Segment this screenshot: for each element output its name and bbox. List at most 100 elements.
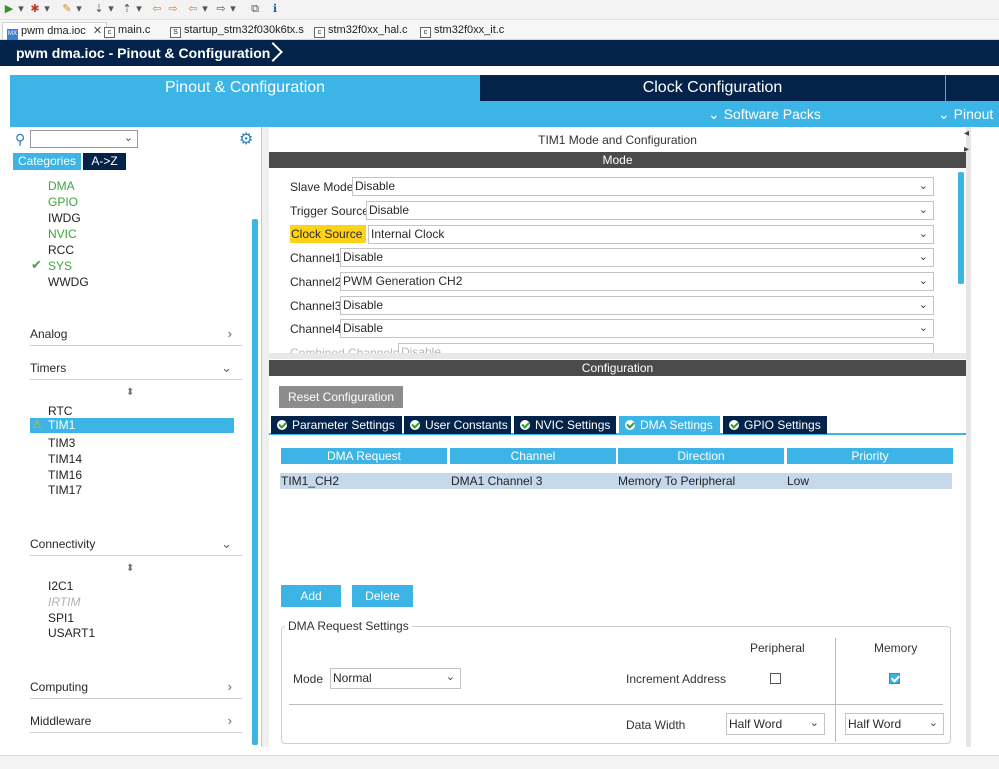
memory-increment-checkbox[interactable] (889, 673, 900, 684)
breadcrumb[interactable]: pwm dma.ioc - Pinout & Configuration (6, 40, 280, 66)
timer-item-tim16[interactable]: TIM16 (48, 468, 82, 482)
connectivity-item-usart1[interactable]: USART1 (48, 626, 95, 640)
open-perspective-icon[interactable]: ⧉ (248, 2, 262, 16)
timer-item-tim1[interactable]: ⚠ TIM1 (30, 418, 234, 433)
tab-parameter-settings[interactable]: Parameter Settings (271, 416, 402, 434)
tab-pwm-dma-ioc[interactable]: MX pwm dma.ioc ✕ (2, 22, 108, 40)
memory-data-width-select[interactable]: Half Word ⌄ (845, 713, 944, 735)
sort-icon[interactable]: ⬍ (126, 563, 134, 574)
category-item-iwdg[interactable]: IWDG (48, 211, 81, 225)
tab-gpio-settings[interactable]: GPIO Settings (723, 416, 827, 434)
channel3-select[interactable]: Disable ⌄ (340, 296, 934, 315)
tab-pinout-configuration[interactable]: Pinout & Configuration (10, 75, 480, 101)
timer-item-label: TIM1 (48, 418, 76, 432)
category-item-sys[interactable]: SYS (48, 259, 72, 273)
tab-a-z[interactable]: A->Z (83, 153, 126, 170)
column-header-channel[interactable]: Channel (450, 448, 616, 464)
memory-header: Memory (874, 641, 918, 655)
dropdown-arrow-icon[interactable]: ▾ (198, 2, 212, 16)
chevron-down-icon: ⌄ (918, 299, 928, 311)
tab-it-c[interactable]: c stm32f0xx_it.c (420, 22, 504, 39)
mode-label: Mode (293, 672, 324, 686)
peripheral-increment-checkbox[interactable] (770, 673, 781, 684)
delete-button[interactable]: Delete (352, 585, 413, 607)
editor-tabs: MX pwm dma.ioc ✕ c main.c Sstartup_stm32f0… (0, 20, 999, 40)
reset-configuration-button[interactable]: Reset Configuration (279, 386, 403, 408)
section-analog[interactable]: Analog › (30, 322, 242, 346)
section-middleware[interactable]: Middleware › (30, 709, 242, 733)
tab-categories[interactable]: Categories (13, 153, 81, 170)
category-item-gpio[interactable]: GPIO (48, 195, 78, 209)
collapse-left-icon[interactable]: ◂ (964, 128, 969, 139)
expand-right-icon[interactable]: ▸ (964, 144, 969, 155)
tab-nvic-settings[interactable]: NVIC Settings (514, 416, 616, 434)
software-packs-link[interactable]: ⌄ Software Packs (708, 101, 821, 127)
check-circle-icon (625, 420, 635, 430)
dropdown-arrow-icon[interactable]: ▾ (132, 2, 146, 16)
close-icon[interactable]: ✕ (93, 25, 102, 37)
search-input[interactable]: ⌄ (30, 130, 138, 148)
chevron-down-icon: ⌄ (918, 228, 928, 240)
pinout-link[interactable]: ⌄ Pinout (938, 101, 993, 127)
back-icon[interactable]: ⇦ (150, 2, 164, 16)
connectivity-item-spi1[interactable]: SPI1 (48, 611, 74, 625)
connectivity-item-irtim[interactable]: IRTIM (48, 595, 80, 609)
channel1-select[interactable]: Disable ⌄ (340, 248, 934, 267)
chevron-down-icon[interactable]: ⌄ (124, 131, 133, 144)
peripheral-data-width-select[interactable]: Half Word ⌄ (726, 713, 825, 735)
gear-icon[interactable]: ⚙ (239, 129, 253, 149)
column-header-priority[interactable]: Priority (787, 448, 953, 464)
timer-item-rtc[interactable]: RTC (48, 404, 72, 418)
dropdown-arrow-icon[interactable]: ▾ (14, 2, 28, 16)
splitter[interactable] (269, 353, 966, 359)
timer-item-tim17[interactable]: TIM17 (48, 483, 82, 497)
dropdown-arrow-icon[interactable]: ▾ (40, 2, 54, 16)
timer-item-tim3[interactable]: TIM3 (48, 436, 75, 450)
chevron-down-icon: ⌄ (928, 717, 938, 729)
channel4-select[interactable]: Disable ⌄ (340, 319, 934, 338)
last-edit-icon[interactable]: ⇨ (166, 2, 180, 16)
tab-startup-s[interactable]: Sstartup_stm32f030k6tx.s (170, 22, 304, 39)
slave-mode-select[interactable]: Disable ⌄ (352, 177, 934, 196)
category-item-dma[interactable]: DMA (48, 179, 75, 193)
info-icon[interactable]: ℹ (268, 2, 282, 16)
clock-source-select[interactable]: Internal Clock ⌄ (368, 225, 934, 244)
check-circle-icon (277, 420, 287, 430)
category-item-rcc[interactable]: RCC (48, 243, 74, 257)
mode-scrollbar[interactable] (958, 172, 964, 284)
add-button[interactable]: Add (281, 585, 341, 607)
channel2-select[interactable]: PWM Generation CH2 ⌄ (340, 272, 934, 291)
category-item-wwdg[interactable]: WWDG (48, 275, 89, 289)
section-computing[interactable]: Computing › (30, 675, 242, 699)
dropdown-arrow-icon[interactable]: ▾ (226, 2, 240, 16)
left-scrollbar[interactable] (252, 219, 258, 745)
timer-item-tim14[interactable]: TIM14 (48, 452, 82, 466)
category-item-nvic[interactable]: NVIC (48, 227, 77, 241)
dropdown-arrow-icon[interactable]: ▾ (104, 2, 118, 16)
increment-address-label: Increment Address (626, 672, 727, 686)
tab-dma-settings[interactable]: DMA Settings (619, 416, 720, 434)
section-connectivity[interactable]: Connectivity ⌄ (30, 532, 242, 556)
mode-select[interactable]: Normal ⌄ (330, 668, 461, 689)
c-file-icon: c (314, 27, 325, 38)
data-width-label: Data Width (626, 718, 686, 732)
connectivity-item-i2c1[interactable]: I2C1 (48, 579, 73, 593)
table-row[interactable]: TIM1_CH2 DMA1 Channel 3 Memory To Periph… (280, 473, 952, 489)
trigger-source-select[interactable]: Disable ⌄ (366, 201, 934, 220)
clock-source-label: Clock Source (290, 225, 366, 243)
section-timers[interactable]: Timers ⌄ (30, 356, 242, 380)
search-icon[interactable]: ⚲ (15, 131, 25, 148)
mx-file-icon: MX (7, 29, 18, 40)
sort-icon[interactable]: ⬍ (126, 387, 134, 398)
column-header-direction[interactable]: Direction (618, 448, 784, 464)
tab-hal-c[interactable]: c stm32f0xx_hal.c (314, 22, 407, 39)
tab-label: startup_stm32f030k6tx.s (184, 24, 304, 36)
dropdown-arrow-icon[interactable]: ▾ (72, 2, 86, 16)
tab-user-constants[interactable]: User Constants (404, 416, 511, 434)
tab-clock-configuration[interactable]: Clock Configuration (480, 75, 946, 101)
column-header-dma-request[interactable]: DMA Request (281, 448, 447, 464)
cell-direction: Memory To Peripheral (618, 474, 736, 488)
chevron-down-icon: ⌄ (938, 106, 950, 122)
tab-main-c[interactable]: c main.c (104, 22, 150, 39)
splitter[interactable] (262, 127, 269, 747)
